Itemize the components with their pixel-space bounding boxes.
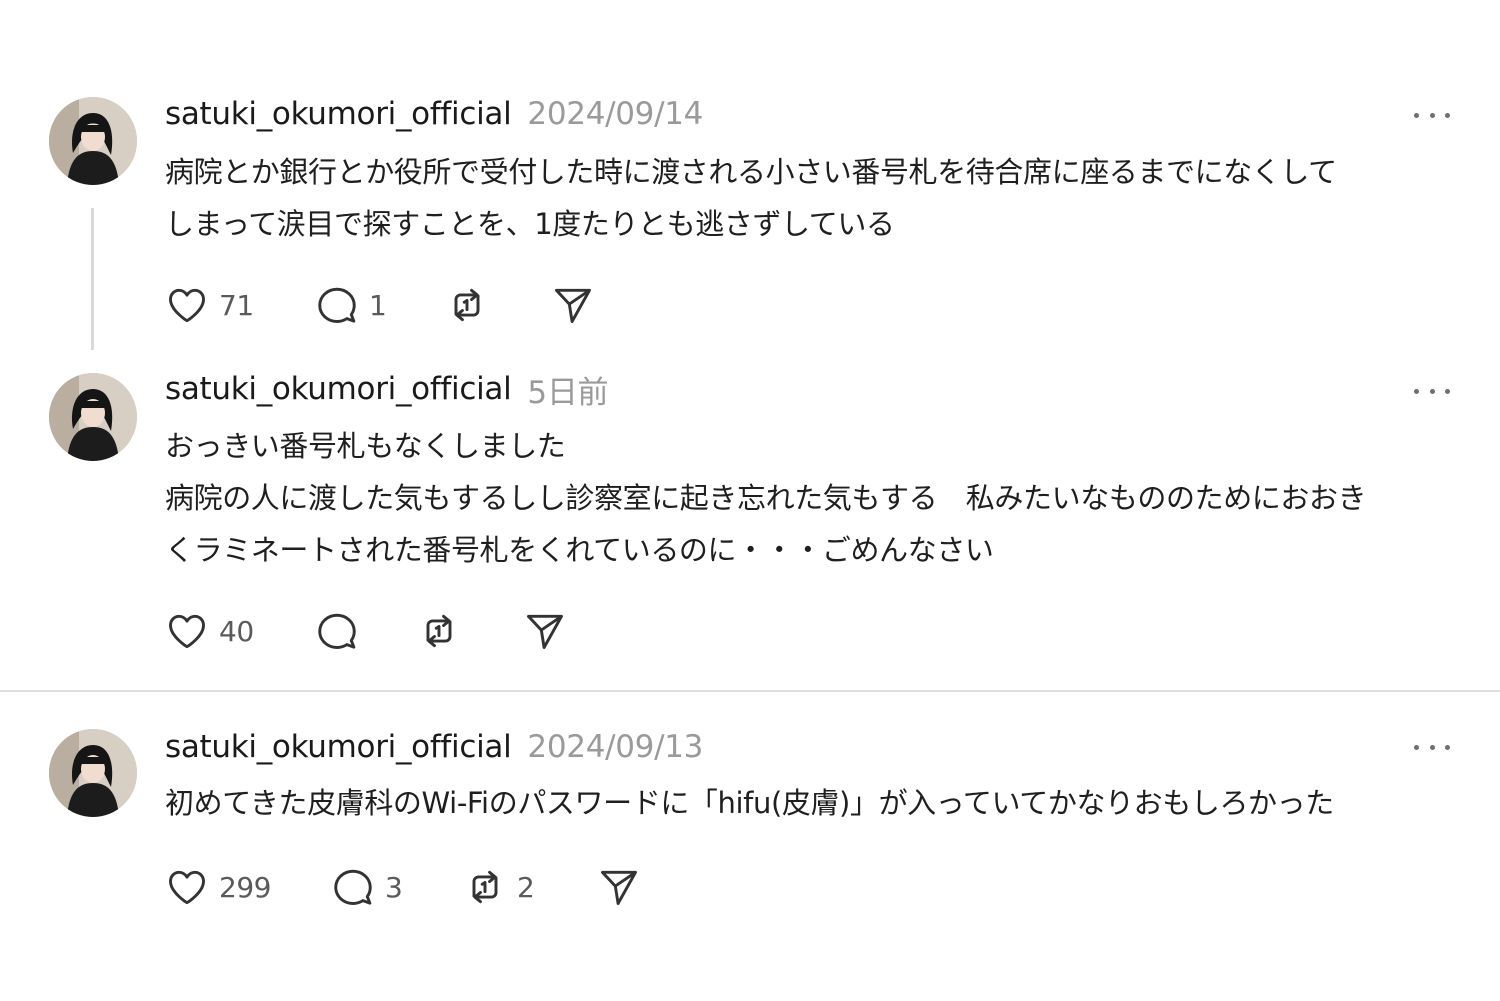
more-horizontal-icon [1414,388,1419,394]
more-dot [1445,388,1450,394]
send-icon [555,288,591,323]
share-button[interactable] [523,609,567,653]
reply-button[interactable]: 3 [331,865,463,909]
like-count: 40 [219,614,254,648]
comment-icon [318,613,356,649]
like-button[interactable]: 71 [165,283,315,327]
more-dot [1445,112,1450,118]
username[interactable]: satuki_okumori_official [165,371,512,407]
repost-count: 2 [517,870,535,904]
post-text-line: おっきい番号札もなくしました [165,429,566,463]
avatar-image [49,97,137,185]
post-text-line: くラミネートされた番号札をくれているのに・・・ごめんなさい [165,533,994,567]
avatar[interactable] [49,729,137,817]
username[interactable]: satuki_okumori_official [165,729,512,765]
post-header: satuki_okumori_official 5日前 [165,367,609,412]
username[interactable]: satuki_okumori_official [165,96,512,132]
send-icon [527,614,563,649]
heart-icon [169,288,205,323]
timestamp[interactable]: 5日前 [527,367,608,412]
more-dot [1429,112,1435,118]
post-text: 病院とか銀行とか役所で受付した時に渡される小さい番号札を待合席に座るまでになくし… [165,146,1455,250]
more-dot [1429,388,1435,394]
avatar-image [49,373,137,461]
more-options-button[interactable] [1414,737,1450,757]
repost-button[interactable] [417,609,523,653]
repost-icon [454,288,480,322]
more-dot [1445,744,1450,750]
post-text-line: 病院の人に渡した気もするしし診察室に起き忘れた気もする 私みたいなもののためにお… [165,481,1367,515]
timestamp[interactable]: 2024/09/13 [527,729,703,765]
reply-count: 1 [369,288,387,322]
more-horizontal-icon [1414,744,1419,750]
post-header: satuki_okumori_official 2024/09/13 [165,725,703,769]
repost-icon [472,870,498,904]
action-bar: 299 3 2 [165,863,641,911]
reply-button[interactable]: 1 [315,283,445,327]
heart-icon [169,870,205,905]
timestamp[interactable]: 2024/09/14 [527,96,703,132]
like-button[interactable]: 40 [165,609,315,653]
thread-feed: satuki_okumori_official 2024/09/14 病院とか銀… [0,0,1500,1001]
like-count: 71 [219,288,254,322]
like-button[interactable]: 299 [165,865,331,909]
more-dot [1429,744,1435,750]
reply-count: 3 [385,870,403,904]
more-options-button[interactable] [1414,381,1450,401]
like-count: 299 [219,870,271,904]
avatar[interactable] [49,373,137,461]
share-button[interactable] [597,865,641,909]
post-text: おっきい番号札もなくしました 病院の人に渡した気もするしし診察室に起き忘れた気も… [165,420,1455,576]
repost-icon [426,614,452,648]
avatar[interactable] [49,97,137,185]
post-text: 初めてきた皮膚科のWi-Fiのパスワードに「hifu(皮膚)」が入っていてかなり… [165,777,1455,829]
comment-icon [318,287,356,323]
action-bar: 40 [165,607,567,655]
post-text-line: しまって涙目で探すことを、1度たりとも逃さずしている [165,207,895,241]
heart-icon [169,614,205,649]
thread-connector-line [91,208,94,350]
reply-button[interactable] [315,609,417,653]
more-horizontal-icon [1414,112,1419,118]
repost-button[interactable]: 2 [463,865,597,909]
post-divider [0,690,1500,692]
post-text-line: 初めてきた皮膚科のWi-Fiのパスワードに「hifu(皮膚)」が入っていてかなり… [165,786,1334,820]
comment-icon [334,869,372,905]
post-header: satuki_okumori_official 2024/09/14 [165,92,703,136]
post-text-line: 病院とか銀行とか役所で受付した時に渡される小さい番号札を待合席に座るまでになくし… [165,155,1337,189]
avatar-image [49,729,137,817]
send-icon [601,870,637,905]
more-options-button[interactable] [1414,105,1450,125]
action-bar: 71 1 [165,281,595,329]
repost-button[interactable] [445,283,551,327]
share-button[interactable] [551,283,595,327]
